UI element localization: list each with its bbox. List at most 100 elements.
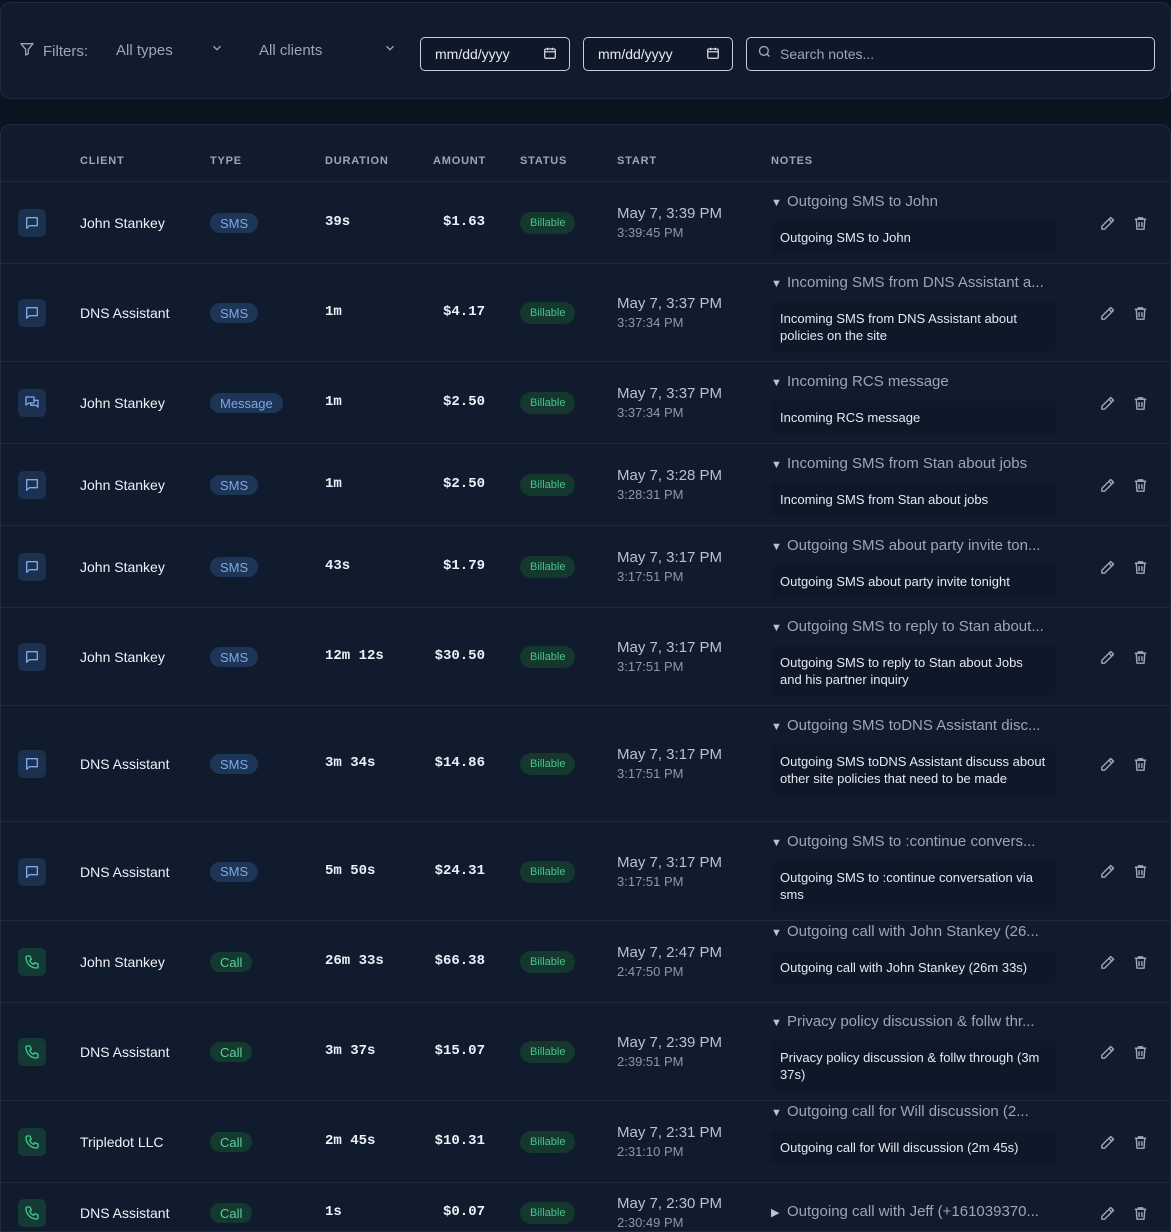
note-toggle[interactable]: ▼ Privacy policy discussion & follw thr..… bbox=[771, 1013, 1061, 1030]
table-row[interactable]: John Stankey Call 26m 33s $66.38 Billable May… bbox=[1, 921, 1170, 1003]
edit-icon[interactable] bbox=[1097, 475, 1117, 495]
note-toggle[interactable]: ▼ Outgoing SMS to John bbox=[771, 193, 1061, 210]
note-toggle[interactable]: ▼ Incoming RCS message bbox=[771, 373, 1061, 390]
note-title: Outgoing call for Will discussion (2... bbox=[787, 1103, 1029, 1120]
note-toggle[interactable]: ▼ Incoming SMS from DNS Assistant a... bbox=[771, 274, 1061, 291]
trash-icon[interactable] bbox=[1130, 1132, 1150, 1152]
trash-icon[interactable] bbox=[1130, 1203, 1150, 1223]
table-row[interactable]: John Stankey SMS 43s $1.79 Billable May 7, 3:… bbox=[1, 526, 1170, 608]
duration-value: 26m 33s bbox=[325, 953, 384, 969]
header-client[interactable]: CLIENT bbox=[80, 155, 125, 167]
note-toggle[interactable]: ▼ Outgoing call for Will discussion (2... bbox=[771, 1103, 1061, 1120]
header-notes[interactable]: NOTES bbox=[771, 155, 813, 167]
trash-icon[interactable] bbox=[1130, 647, 1150, 667]
trash-icon[interactable] bbox=[1130, 1042, 1150, 1062]
amount-value: $30.50 bbox=[434, 648, 485, 664]
note-toggle[interactable]: ▼ Outgoing call with John Stankey (26... bbox=[771, 923, 1061, 940]
table-row[interactable]: DNS Assistant SMS 5m 50s $24.31 Billable May … bbox=[1, 822, 1170, 921]
start-time: 2:47:50 PM bbox=[617, 964, 684, 979]
amount-value: $1.63 bbox=[442, 214, 485, 230]
edit-icon[interactable] bbox=[1097, 213, 1117, 233]
status-badge: Billable bbox=[520, 392, 576, 414]
note-toggle[interactable]: ▼ Incoming SMS from Stan about jobs bbox=[771, 455, 1061, 472]
edit-icon[interactable] bbox=[1097, 303, 1117, 323]
trash-icon[interactable] bbox=[1130, 475, 1150, 495]
table-row[interactable]: DNS Assistant Call 1s $0.07 Billable May 7, 2… bbox=[1, 1183, 1170, 1231]
date-to-value: mm/dd/yyyy bbox=[598, 46, 673, 62]
header-start[interactable]: START bbox=[617, 155, 657, 167]
caret-down-icon: ▼ bbox=[771, 721, 782, 733]
type-badge: Message bbox=[210, 393, 283, 413]
table-row[interactable]: John Stankey SMS 1m $2.50 Billable May 7, 3:2… bbox=[1, 444, 1170, 526]
table-row[interactable]: DNS Assistant SMS 3m 34s $14.86 Billable May … bbox=[1, 706, 1170, 822]
note-toggle[interactable]: ▶ Outgoing call with Jeff (+161039370... bbox=[771, 1203, 1061, 1220]
edit-icon[interactable] bbox=[1097, 393, 1117, 413]
edit-icon[interactable] bbox=[1097, 754, 1117, 774]
client-name: John Stankey bbox=[80, 477, 165, 493]
records-table: CLIENT TYPE DURATION AMOUNT STATUS START… bbox=[0, 124, 1171, 1232]
edit-icon[interactable] bbox=[1097, 1132, 1117, 1152]
table-row[interactable]: DNS Assistant SMS 1m $4.17 Billable May 7, 3:… bbox=[1, 264, 1170, 362]
table-row[interactable]: John Stankey SMS 12m 12s $30.50 Billable May … bbox=[1, 608, 1170, 706]
search-input[interactable] bbox=[780, 46, 1140, 62]
edit-icon[interactable] bbox=[1097, 952, 1117, 972]
edit-icon[interactable] bbox=[1097, 557, 1117, 577]
edit-icon[interactable] bbox=[1097, 862, 1117, 882]
caret-down-icon: ▼ bbox=[771, 377, 782, 389]
start-time: 3:39:45 PM bbox=[617, 225, 684, 240]
trash-icon[interactable] bbox=[1130, 754, 1150, 774]
header-status[interactable]: STATUS bbox=[520, 155, 567, 167]
trash-icon[interactable] bbox=[1130, 952, 1150, 972]
start-date: May 7, 2:30 PM bbox=[617, 1195, 723, 1212]
search-notes-field[interactable] bbox=[746, 37, 1155, 71]
sms-icon bbox=[18, 209, 46, 237]
note-toggle[interactable]: ▼ Outgoing SMS about party invite ton... bbox=[771, 537, 1061, 554]
trash-icon[interactable] bbox=[1130, 393, 1150, 413]
table-row[interactable]: DNS Assistant Call 3m 37s $15.07 Billable May… bbox=[1, 1003, 1170, 1101]
type-badge: Call bbox=[210, 952, 253, 972]
note-toggle[interactable]: ▼ Outgoing SMS to reply to Stan about... bbox=[771, 618, 1061, 635]
start-time: 3:28:31 PM bbox=[617, 487, 684, 502]
caret-down-icon: ▼ bbox=[771, 1107, 782, 1119]
sms-icon bbox=[18, 299, 46, 327]
calendar-icon[interactable] bbox=[543, 46, 557, 63]
date-from-input[interactable]: mm/dd/yyyy bbox=[420, 37, 570, 71]
amount-value: $2.50 bbox=[442, 476, 485, 492]
note-toggle[interactable]: ▼ Outgoing SMS to :continue convers... bbox=[771, 833, 1061, 850]
header-duration[interactable]: DURATION bbox=[325, 155, 389, 167]
table-row[interactable]: Tripledot LLC Call 2m 45s $10.31 Billable May… bbox=[1, 1101, 1170, 1183]
table-row[interactable]: John Stankey SMS 39s $1.63 Billable May 7, 3:… bbox=[1, 182, 1170, 264]
header-amount[interactable]: AMOUNT bbox=[433, 155, 486, 167]
type-badge: SMS bbox=[210, 754, 259, 774]
duration-value: 3m 37s bbox=[325, 1043, 376, 1059]
edit-icon[interactable] bbox=[1097, 1203, 1117, 1223]
trash-icon[interactable] bbox=[1130, 557, 1150, 577]
type-select[interactable]: All types bbox=[116, 41, 224, 59]
trash-icon[interactable] bbox=[1130, 862, 1150, 882]
phone-icon bbox=[18, 1199, 46, 1227]
start-time: 3:37:34 PM bbox=[617, 315, 684, 330]
caret-down-icon: ▼ bbox=[771, 622, 782, 634]
table-row[interactable]: John Stankey Message 1m $2.50 Billable May 7,… bbox=[1, 362, 1170, 444]
trash-icon[interactable] bbox=[1130, 213, 1150, 233]
edit-icon[interactable] bbox=[1097, 1042, 1117, 1062]
edit-icon[interactable] bbox=[1097, 647, 1117, 667]
caret-down-icon: ▼ bbox=[771, 927, 782, 939]
note-title: Outgoing SMS about party invite ton... bbox=[787, 537, 1041, 554]
filters-label: Filters: bbox=[43, 42, 88, 60]
type-badge: Call bbox=[210, 1042, 253, 1062]
status-badge: Billable bbox=[520, 860, 576, 883]
duration-value: 1m bbox=[325, 394, 342, 410]
start-time: 2:30:49 PM bbox=[617, 1215, 684, 1230]
phone-icon bbox=[18, 948, 46, 976]
client-name: John Stankey bbox=[80, 649, 165, 665]
client-select[interactable]: All clients bbox=[259, 41, 397, 59]
calendar-icon[interactable] bbox=[706, 46, 720, 63]
note-toggle[interactable]: ▼ Outgoing SMS toDNS Assistant disc... bbox=[771, 717, 1061, 734]
date-to-input[interactable]: mm/dd/yyyy bbox=[583, 37, 733, 71]
header-type[interactable]: TYPE bbox=[210, 155, 242, 167]
sms-icon bbox=[18, 471, 46, 499]
note-title: Incoming RCS message bbox=[787, 373, 949, 390]
note-body: Outgoing call for Will discussion (2m 45… bbox=[771, 1131, 1057, 1164]
trash-icon[interactable] bbox=[1130, 303, 1150, 323]
